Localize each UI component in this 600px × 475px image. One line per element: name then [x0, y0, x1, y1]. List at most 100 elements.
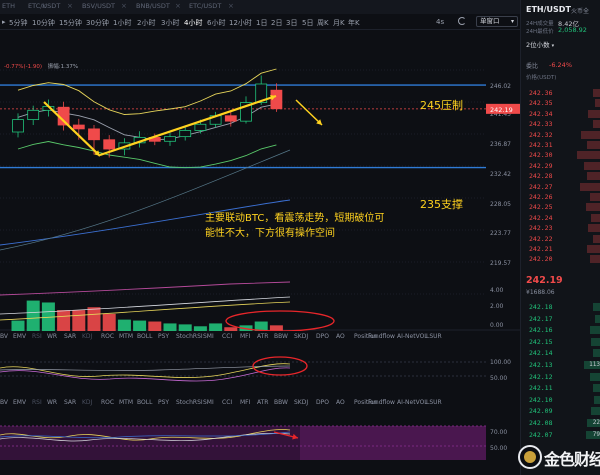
bid-row[interactable]: 242.12 — [521, 372, 600, 382]
bid-row[interactable]: 242.08 22 — [521, 418, 600, 428]
indicator-tab[interactable]: MFI — [240, 333, 250, 340]
indicator-tab[interactable]: LSUR — [426, 399, 442, 406]
indicator-tab[interactable]: PSY — [158, 399, 169, 406]
indicator-tab[interactable]: KDJ — [82, 333, 92, 340]
indicator-tab[interactable]: RSI — [32, 399, 42, 406]
interval-17[interactable]: 年K — [348, 18, 360, 28]
symbol-tab[interactable]: ETH — [2, 2, 15, 10]
indicator-tab[interactable]: CCI — [222, 333, 232, 340]
ask-row[interactable]: 242.26 — [521, 192, 600, 202]
ask-row[interactable]: 242.23 — [521, 223, 600, 233]
interval-5[interactable]: 1小时 — [113, 18, 131, 28]
indicator-tab[interactable]: SMI — [203, 399, 214, 406]
ask-row[interactable]: 242.36 — [521, 88, 600, 98]
ask-row[interactable]: 242.20 — [521, 254, 600, 264]
indicator-tab[interactable]: AO — [336, 399, 345, 406]
bid-row[interactable]: 242.18 — [521, 302, 600, 312]
indicator-tab[interactable]: LSUR — [426, 333, 442, 340]
indicator-tab[interactable]: BBW — [274, 333, 288, 340]
interval-9[interactable]: 6小时 — [207, 18, 225, 28]
indicator-tab[interactable]: SKDJ — [294, 399, 308, 406]
close-tab-icon[interactable]: × — [121, 2, 127, 10]
bid-row[interactable]: 242.14 — [521, 348, 600, 358]
symbol-tab[interactable]: BNB/USDT — [136, 2, 170, 10]
indicator-tab[interactable]: WR — [47, 399, 57, 406]
precision-select[interactable]: 2位小数 ▾ — [526, 40, 564, 51]
indicator-tab[interactable]: ATR — [257, 399, 268, 406]
indicator-tab[interactable]: BOLL — [137, 399, 152, 406]
indicator-tab[interactable]: BOLL — [137, 333, 152, 340]
ask-row[interactable]: 242.35 — [521, 98, 600, 108]
bid-row[interactable]: 242.11 — [521, 383, 600, 393]
indicator-tab[interactable]: SAR — [64, 399, 76, 406]
interval-13[interactable]: 3日 — [286, 18, 297, 28]
ask-row[interactable]: 242.33 — [521, 119, 600, 129]
bid-row[interactable]: 242.10 — [521, 395, 600, 405]
window-mode-select[interactable]: 单窗口 ▾ — [476, 16, 518, 27]
indicator-tab[interactable]: MTM — [119, 399, 133, 406]
bid-row[interactable]: 242.07 79 — [521, 430, 600, 440]
indicator-tab[interactable]: PSY — [158, 333, 169, 340]
ask-row[interactable]: 242.30 — [521, 150, 600, 160]
close-tab-icon[interactable]: × — [228, 2, 234, 10]
indicator-tab[interactable]: ROC — [101, 399, 114, 406]
ask-row[interactable]: 242.34 — [521, 109, 600, 119]
indicator-tab[interactable]: AI-NetVOL — [397, 333, 428, 340]
indicator-tab[interactable]: CCI — [222, 399, 232, 406]
indicator-tab[interactable]: ATR — [257, 333, 268, 340]
indicator-tab[interactable]: AO — [336, 333, 345, 340]
interval-15[interactable]: 周K — [317, 18, 329, 28]
indicator-tab[interactable]: BBW — [274, 399, 288, 406]
interval-7[interactable]: 3小时 — [161, 18, 179, 28]
refresh-interval-label[interactable]: 4s — [436, 18, 444, 26]
close-tab-icon[interactable]: × — [67, 2, 73, 10]
indicator-tab[interactable]: BV — [0, 333, 8, 340]
symbol-tab[interactable]: BSV/USDT — [82, 2, 115, 10]
interval-11[interactable]: 1日 — [256, 18, 267, 28]
indicator-tab[interactable]: EMV — [13, 399, 26, 406]
indicator-tab[interactable]: SMI — [203, 333, 214, 340]
interval-8[interactable]: 4小时 — [184, 18, 203, 31]
symbol-tab[interactable]: ETC/USDT — [189, 2, 221, 10]
indicator-tab[interactable]: MFI — [240, 399, 250, 406]
indicator-tab[interactable]: StochRSI — [176, 399, 203, 406]
interval-12[interactable]: 2日 — [271, 18, 282, 28]
ask-row[interactable]: 242.28 — [521, 171, 600, 181]
indicator-tab[interactable]: SKDJ — [294, 333, 308, 340]
bid-row[interactable]: 242.13 113 — [521, 360, 600, 370]
ask-row[interactable]: 242.31 — [521, 140, 600, 150]
bid-row[interactable]: 242.09 — [521, 406, 600, 416]
interval-10[interactable]: 12小时 — [229, 18, 252, 28]
indicator-tab[interactable]: MTM — [119, 333, 133, 340]
interval-3[interactable]: 15分钟 — [59, 18, 82, 28]
close-tab-icon[interactable]: × — [175, 2, 181, 10]
indicator-tab[interactable]: EMV — [13, 333, 26, 340]
indicator-tab[interactable]: Fundflow — [368, 333, 395, 340]
ask-row[interactable]: 242.22 — [521, 234, 600, 244]
indicator-tab[interactable]: AI-NetVOL — [397, 399, 428, 406]
ask-row[interactable]: 242.25 — [521, 202, 600, 212]
interval-4[interactable]: 30分钟 — [86, 18, 109, 28]
interval-14[interactable]: 5日 — [302, 18, 313, 28]
indicator-tab[interactable]: RSI — [32, 333, 42, 340]
bid-row[interactable]: 242.15 — [521, 337, 600, 347]
indicator-tab[interactable]: WR — [47, 333, 57, 340]
ask-row[interactable]: 242.29 — [521, 161, 600, 171]
interval-16[interactable]: 月K — [333, 18, 345, 28]
ask-row[interactable]: 242.27 — [521, 182, 600, 192]
indicator-tab[interactable]: KDJ — [82, 399, 92, 406]
interval-1[interactable]: 5分钟 — [9, 18, 27, 28]
symbol-tab[interactable]: ETC/USDT — [28, 2, 60, 10]
expand-icon[interactable]: ▸ — [2, 18, 6, 26]
refresh-icon[interactable] — [458, 17, 466, 25]
ask-row[interactable]: 242.24 — [521, 213, 600, 223]
ask-row[interactable]: 242.21 — [521, 244, 600, 254]
indicator-tab[interactable]: DPO — [316, 333, 329, 340]
interval-6[interactable]: 2小时 — [137, 18, 155, 28]
indicator-tab[interactable]: BV — [0, 399, 8, 406]
ask-row[interactable]: 242.32 — [521, 130, 600, 140]
interval-2[interactable]: 10分钟 — [32, 18, 55, 28]
bid-row[interactable]: 242.16 — [521, 325, 600, 335]
indicator-tab[interactable]: StochRSI — [176, 333, 203, 340]
indicator-tab[interactable]: ROC — [101, 333, 114, 340]
